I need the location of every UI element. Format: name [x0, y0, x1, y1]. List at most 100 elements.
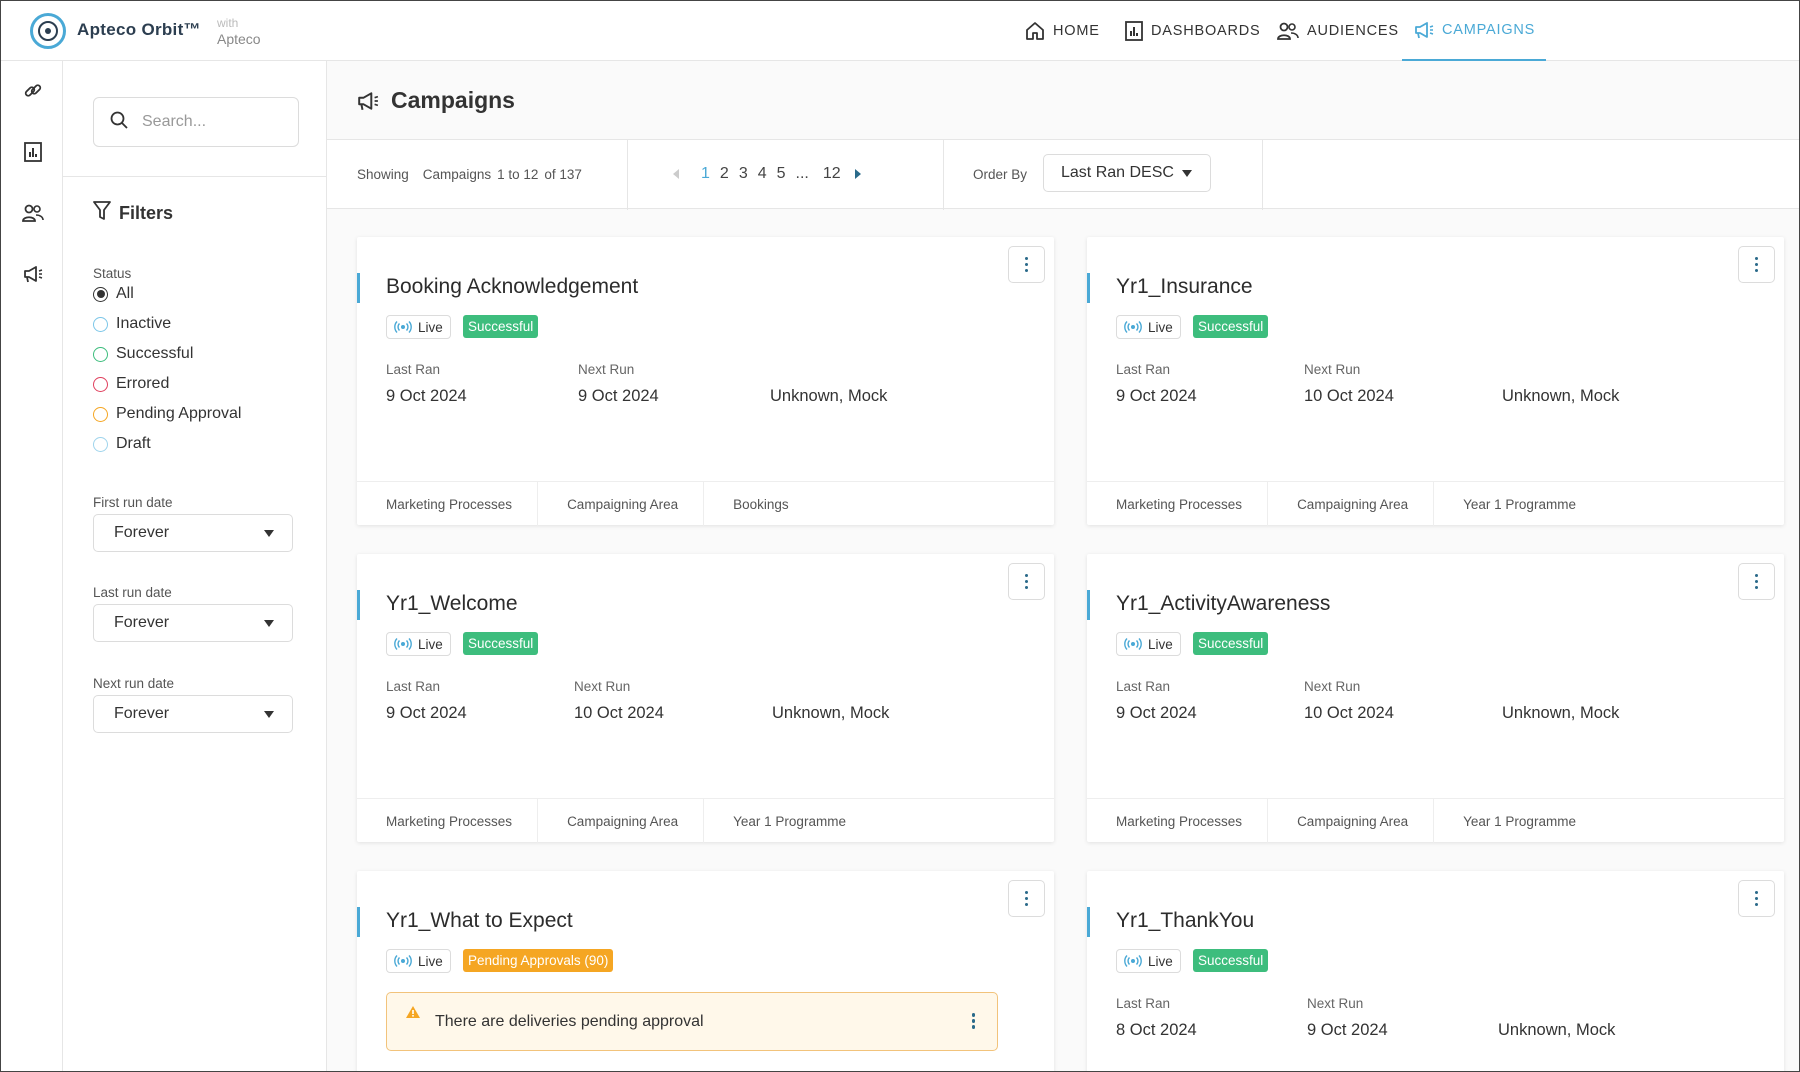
more-options-icon[interactable] [1008, 880, 1045, 917]
tag[interactable]: Campaigning Area [538, 482, 705, 526]
campaign-title[interactable]: Yr1_What to Expect [386, 909, 573, 933]
more-options-icon[interactable] [1738, 563, 1775, 600]
nav-dashboards[interactable]: DASHBOARDS [1125, 1, 1261, 61]
nav-campaigns[interactable]: CAMPAIGNS [1402, 1, 1546, 61]
last-ran-label: Last Ran [1116, 996, 1171, 1011]
status-inactive-label: Inactive [116, 315, 172, 332]
status-badge: Successful [463, 632, 539, 655]
page-3[interactable]: 3 [739, 165, 748, 183]
next-run-label: Next Run [1304, 679, 1361, 694]
pending-approval-alert: There are deliveries pending approval [386, 992, 998, 1051]
status-all-label: All [116, 285, 134, 302]
status-draft[interactable]: Draft [93, 435, 151, 453]
broadcast-icon [1124, 321, 1142, 333]
first-run-select[interactable]: Forever [93, 514, 293, 552]
search-input[interactable] [142, 113, 282, 131]
more-options-icon[interactable] [1008, 563, 1045, 600]
broadcast-icon [394, 321, 412, 333]
broadcast-icon [394, 638, 412, 650]
nav-home[interactable]: HOME [1025, 1, 1100, 61]
showing-label: Showing [357, 167, 409, 182]
page-5[interactable]: 5 [777, 165, 786, 183]
tag[interactable]: Year 1 Programme [704, 799, 871, 843]
link-icon[interactable] [22, 80, 44, 102]
campaign-card[interactable]: Yr1_Welcome Live Successful Last Ran 9 O… [357, 554, 1054, 843]
next-run-value: 10 Oct 2024 [1304, 387, 1394, 405]
campaign-card[interactable]: Yr1_Insurance Live Successful Last Ran 9… [1087, 237, 1784, 526]
status-label: Status [93, 266, 132, 281]
campaign-title[interactable]: Booking Acknowledgement [386, 275, 638, 299]
search-box[interactable] [93, 97, 299, 147]
status-inactive[interactable]: Inactive [93, 315, 171, 333]
next-page-icon[interactable] [854, 169, 861, 179]
live-label: Live [1148, 319, 1173, 335]
card-tags: Marketing Processes Campaigning Area Yea… [1087, 481, 1784, 526]
last-ran-label: Last Ran [1116, 679, 1171, 694]
apteco-logo-icon[interactable] [30, 13, 66, 49]
campaign-title[interactable]: Yr1_Welcome [386, 592, 518, 616]
next-run-select[interactable]: Forever [93, 695, 293, 733]
status-successful-label: Successful [116, 345, 194, 362]
more-options-icon[interactable] [1738, 246, 1775, 283]
page-4[interactable]: 4 [758, 165, 767, 183]
tag[interactable]: Campaigning Area [1268, 799, 1435, 843]
status-pending-approval[interactable]: Pending Approval [93, 405, 241, 423]
tag[interactable]: Marketing Processes [357, 799, 539, 843]
page-1[interactable]: 1 [701, 165, 710, 183]
tag[interactable]: Marketing Processes [357, 482, 539, 526]
card-tags: Marketing Processes Campaigning Area Yea… [1087, 798, 1784, 843]
status-successful[interactable]: Successful [93, 345, 193, 363]
pagination-bar: Showing Campaigns 1 to 12 of 137 1 2 3 4 5 … [327, 139, 1799, 210]
dashboard-icon[interactable] [22, 141, 44, 163]
first-run-value: Forever [114, 524, 170, 541]
campaign-card[interactable]: Booking Acknowledgement Live Successful … [357, 237, 1054, 526]
last-run-select[interactable]: Forever [93, 604, 293, 642]
live-indicator: Live [1116, 315, 1181, 339]
tag[interactable]: Campaigning Area [1268, 482, 1435, 526]
campaign-card[interactable]: Yr1_ActivityAwareness Live Successful La… [1087, 554, 1784, 843]
more-options-icon[interactable] [1008, 246, 1045, 283]
last-run-label: Last run date [93, 585, 172, 600]
filters-title: Filters [119, 203, 174, 223]
tag[interactable]: Campaigning Area [538, 799, 705, 843]
page-2[interactable]: 2 [720, 165, 729, 183]
last-ran-label: Last Ran [386, 362, 441, 377]
next-run-value: 10 Oct 2024 [574, 704, 664, 722]
next-run-label: Next Run [1304, 362, 1361, 377]
live-label: Live [1148, 953, 1173, 969]
owner: Unknown, Mock [1502, 387, 1620, 405]
next-run-value: 9 Oct 2024 [1307, 1021, 1388, 1039]
order-by-select[interactable]: Last Ran DESC [1043, 154, 1211, 192]
radio-icon [93, 346, 108, 362]
last-ran-value: 9 Oct 2024 [1116, 704, 1197, 722]
prev-page-icon[interactable] [673, 169, 679, 179]
broadcast-icon [1124, 955, 1142, 967]
tag[interactable]: Marketing Processes [1087, 799, 1269, 843]
order-by-label: Order By [973, 167, 1028, 182]
app-window: Apteco Orbit™ with Apteco HOME DASHBOARD… [0, 0, 1800, 1072]
nav-campaigns-label: CAMPAIGNS [1442, 22, 1536, 38]
nav-audiences[interactable]: AUDIENCES [1277, 1, 1399, 61]
status-errored[interactable]: Errored [93, 375, 169, 393]
live-indicator: Live [386, 632, 451, 656]
campaign-card[interactable]: Yr1_What to Expect Live Pending Approval… [357, 871, 1054, 1071]
more-options-icon[interactable] [971, 1013, 975, 1029]
campaign-card[interactable]: Yr1_ThankYou Live Successful Last Ran 8 … [1087, 871, 1784, 1071]
tag[interactable]: Year 1 Programme [1434, 799, 1601, 843]
campaign-title[interactable]: Yr1_ActivityAwareness [1116, 592, 1330, 616]
status-badge: Successful [1193, 632, 1269, 655]
chevron-down-icon [1182, 169, 1192, 177]
megaphone-icon[interactable] [22, 263, 44, 285]
campaign-title[interactable]: Yr1_Insurance [1116, 275, 1253, 299]
next-run-value: Forever [114, 705, 170, 722]
more-options-icon[interactable] [1738, 880, 1775, 917]
campaign-title[interactable]: Yr1_ThankYou [1116, 909, 1254, 933]
tag[interactable]: Marketing Processes [1087, 482, 1269, 526]
status-all[interactable]: All [93, 285, 134, 303]
alert-text: There are deliveries pending approval [435, 1012, 704, 1030]
warning-icon [405, 1005, 421, 1024]
tag[interactable]: Year 1 Programme [1434, 482, 1601, 526]
audiences-icon[interactable] [22, 202, 44, 224]
page-12[interactable]: 12 [823, 165, 841, 183]
tag[interactable]: Bookings [704, 482, 814, 526]
